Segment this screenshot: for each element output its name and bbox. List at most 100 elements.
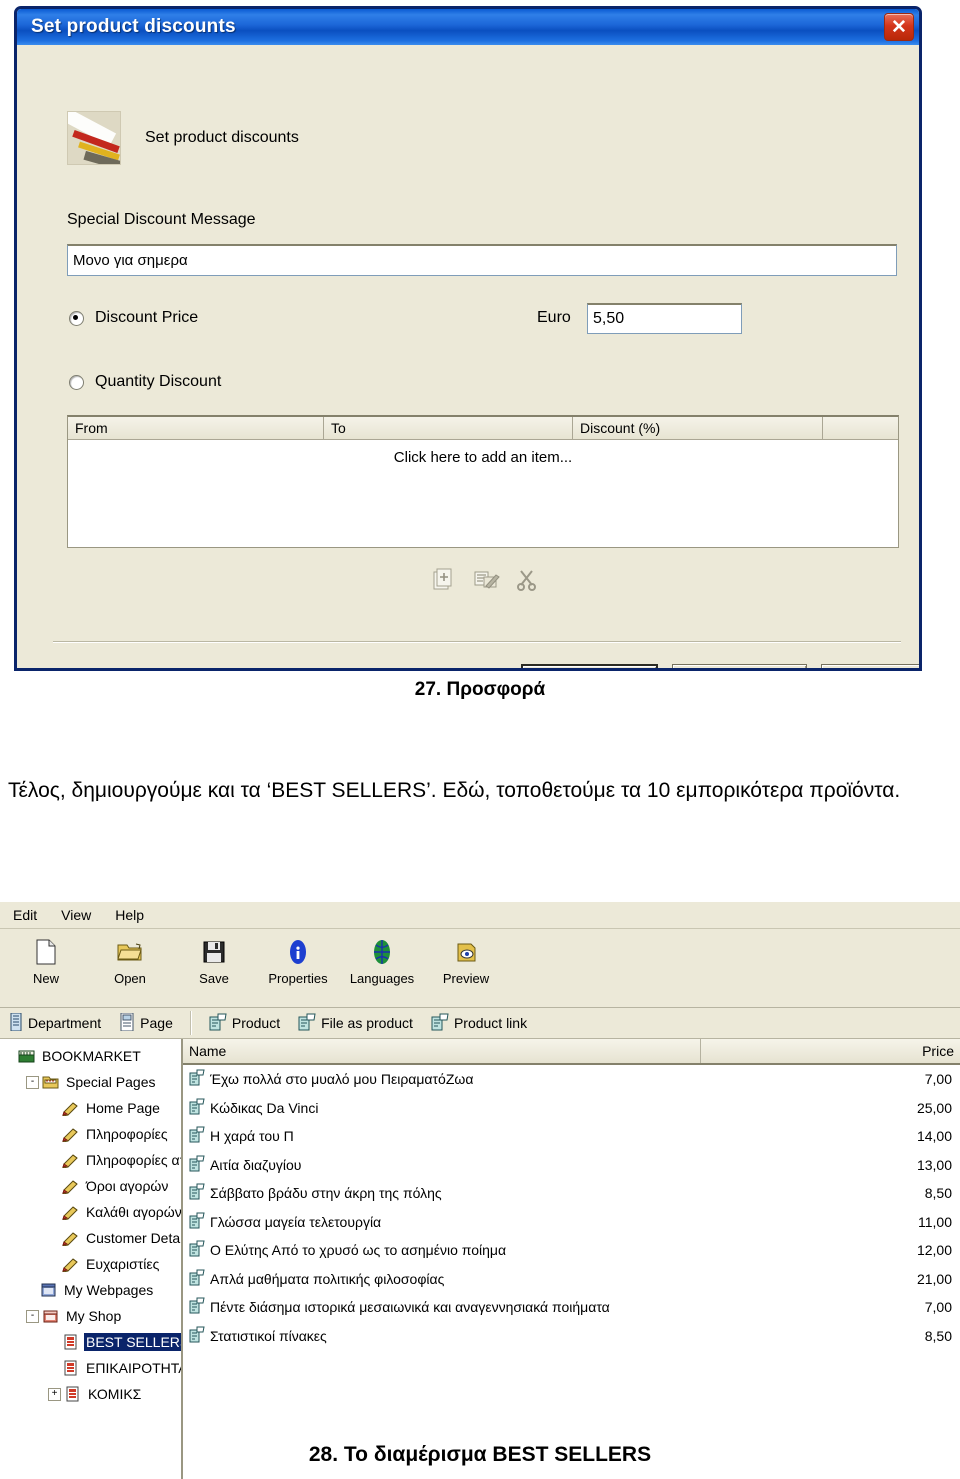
product-name-cell: Απλά μαθήματα πολιτικής φιλοσοφίας xyxy=(183,1269,701,1289)
toolbar-preview-button[interactable]: Preview xyxy=(424,935,508,986)
toolbar-properties-button[interactable]: Properties xyxy=(256,935,340,986)
delete-icon[interactable] xyxy=(516,568,542,592)
product-list-column-name[interactable]: Name xyxy=(183,1039,701,1063)
add-icon[interactable] xyxy=(432,568,458,592)
grid-column-from[interactable]: From xyxy=(68,417,324,439)
tree-item-my-webpages[interactable]: My Webpages xyxy=(4,1277,181,1303)
bookmarket-root-icon xyxy=(18,1048,35,1064)
tree-item-label: Όροι αγορών xyxy=(86,1178,169,1194)
collapse-toggle-icon[interactable]: - xyxy=(26,1309,39,1323)
grid-column-discount[interactable]: Discount (%) xyxy=(573,417,823,439)
product-price-cell: 12,00 xyxy=(916,1242,952,1259)
tree-item-bookmarket[interactable]: BOOKMARKET xyxy=(4,1043,181,1069)
product-name-cell: Έχω πολλά στο μυαλό μου ΠειραματόΖωα xyxy=(183,1069,701,1089)
page-pencil-icon xyxy=(62,1152,79,1169)
product-name-label: Έχω πολλά στο μυαλό μου ΠειραματόΖωα xyxy=(210,1071,474,1088)
toolbar-department-button[interactable]: Department xyxy=(0,1012,110,1034)
help-button[interactable]: Βοήθεια xyxy=(821,664,919,668)
toolbar-open-button[interactable]: Open xyxy=(88,935,172,986)
product-name-cell: Στατιστικοί πίνακες xyxy=(183,1326,701,1346)
product-row[interactable]: Κώδικας Da Vinci 25,00 xyxy=(183,1094,960,1123)
product-icon xyxy=(189,1098,205,1118)
euro-label: Euro xyxy=(537,309,571,326)
product-row[interactable]: Η χαρά του Π 14,00 xyxy=(183,1122,960,1151)
quantity-discount-radio-row[interactable]: Quantity Discount xyxy=(69,373,221,391)
toolbar-preview-label: Preview xyxy=(442,971,490,986)
menu-edit[interactable]: Edit xyxy=(8,905,42,925)
grid-column-blank[interactable] xyxy=(823,417,898,439)
menubar: Edit View Help xyxy=(0,902,960,929)
toolbar-page-label: Page xyxy=(140,1015,173,1031)
product-row[interactable]: Πέντε διάσημα ιστορικά μεσαιωνικά και αν… xyxy=(183,1293,960,1322)
tree-item-label: Customer Details xyxy=(86,1230,183,1246)
discount-price-radio-row[interactable]: Discount Price xyxy=(69,309,198,327)
site-tree[interactable]: BOOKMARKET - Special Pages Home Page Πληροφο… xyxy=(0,1039,183,1479)
tree-item-[interactable]: Καλάθι αγορών xyxy=(4,1199,181,1225)
toolbar-new-button[interactable]: New xyxy=(4,935,88,986)
cancel-button[interactable]: Άκυρο xyxy=(672,664,807,668)
product-row[interactable]: Γλώσσα μαγεία τελετουργία 11,00 xyxy=(183,1208,960,1237)
figure-caption-27: 27. Προσφορά xyxy=(414,679,546,700)
tree-item-[interactable]: Ευχαριστίες xyxy=(4,1251,181,1277)
special-discount-message-label: Special Discount Message xyxy=(67,211,256,228)
grid-add-item-row[interactable]: Click here to add an item... xyxy=(68,449,898,466)
product-price-cell: 21,00 xyxy=(916,1270,952,1287)
floppy-disk-icon xyxy=(202,935,226,969)
discount-price-radio[interactable] xyxy=(69,310,84,326)
tree-item-my-shop[interactable]: - My Shop xyxy=(4,1303,181,1329)
quantity-discount-radio[interactable] xyxy=(69,374,84,390)
tree-item-label: Special Pages xyxy=(66,1074,156,1090)
tree-item-[interactable]: + ΚΟΜΙΚΣ xyxy=(4,1381,181,1407)
toolbar-file-as-product-button[interactable]: File as product xyxy=(289,1013,422,1034)
toolbar-file-as-product-label: File as product xyxy=(321,1015,413,1031)
product-icon xyxy=(189,1126,205,1146)
tree-item-home-page[interactable]: Home Page xyxy=(4,1095,181,1121)
product-name-cell: Η χαρά του Π xyxy=(183,1126,701,1146)
toolbar-new-label: New xyxy=(32,971,59,986)
product-row[interactable]: Έχω πολλά στο μυαλό μου ΠειραματόΖωα 7,00 xyxy=(183,1065,960,1094)
euro-price-input[interactable] xyxy=(587,303,742,334)
tree-item-[interactable]: Πληροφορίες απορρήτου xyxy=(4,1147,181,1173)
tree-item-[interactable]: Όροι αγορών xyxy=(4,1173,181,1199)
body-paragraph: Τέλος, δημιουργούμε και τα ‘BEST SELLERS… xyxy=(8,779,901,802)
tree-item-[interactable]: Πληροφορίες xyxy=(4,1121,181,1147)
department-icon xyxy=(9,1012,23,1034)
toolbar-product-button[interactable]: Product xyxy=(200,1013,289,1034)
close-icon[interactable]: ✕ xyxy=(884,13,914,41)
tree-item-best-sellers[interactable]: BEST SELLERS xyxy=(4,1329,181,1355)
special-discount-message-input[interactable] xyxy=(67,244,897,276)
expand-toggle-icon[interactable]: + xyxy=(48,1387,61,1401)
quantity-discount-grid[interactable]: From To Discount (%) Click here to add a… xyxy=(67,415,899,548)
product-row[interactable]: Απλά μαθήματα πολιτικής φιλοσοφίας 21,00 xyxy=(183,1265,960,1294)
product-name-label: Ο Ελύτης Από το χρυσό ως το ασημένιο ποί… xyxy=(210,1242,507,1259)
product-row[interactable]: Αιτία διαζυγίου 13,00 xyxy=(183,1151,960,1180)
ok-button[interactable]: OK xyxy=(521,664,658,668)
product-list-column-price[interactable]: Price xyxy=(701,1039,960,1063)
menu-view[interactable]: View xyxy=(56,905,96,925)
tree-item-customer-details[interactable]: Customer Details xyxy=(4,1225,181,1251)
product-name-cell: Κώδικας Da Vinci xyxy=(183,1098,701,1118)
edit-icon[interactable] xyxy=(474,568,500,592)
tree-item-[interactable]: ΕΠΙΚΑΙΡΟΤΗΤΑ xyxy=(4,1355,181,1381)
product-row[interactable]: Στατιστικοί πίνακες 8,50 xyxy=(183,1322,960,1351)
product-list[interactable]: Name Price Έχω πολλά στο μυαλό μου Πειρα… xyxy=(183,1039,960,1479)
toolbar-product-link-button[interactable]: Product link xyxy=(422,1013,536,1034)
product-row[interactable]: Ο Ελύτης Από το χρυσό ως το ασημένιο ποί… xyxy=(183,1236,960,1265)
dialog-titlebar[interactable]: Set product discounts ✕ xyxy=(17,9,919,45)
product-price-cell: 25,00 xyxy=(916,1099,952,1116)
product-row[interactable]: Σάββατο βράδυ στην άκρη της πόλης 8,50 xyxy=(183,1179,960,1208)
tree-item-label: BOOKMARKET xyxy=(42,1048,141,1064)
toolbar-page-button[interactable]: Page xyxy=(110,1012,182,1034)
menu-help[interactable]: Help xyxy=(110,905,149,925)
figure-caption-28: 28. Το διαμέρισμα BEST SELLERS xyxy=(308,1443,652,1466)
toolbar-save-button[interactable]: Save xyxy=(172,935,256,986)
tree-item-special-pages[interactable]: - Special Pages xyxy=(4,1069,181,1095)
product-name-label: Στατιστικοί πίνακες xyxy=(210,1327,327,1344)
toolbar-languages-button[interactable]: Languages xyxy=(340,935,424,986)
product-price-cell: 7,00 xyxy=(924,1071,952,1088)
shop-icon xyxy=(42,1308,59,1324)
grid-column-to[interactable]: To xyxy=(324,417,573,439)
open-folder-icon xyxy=(117,935,143,969)
collapse-toggle-icon[interactable]: - xyxy=(26,1075,39,1089)
secondary-toolbar: Department Page Product File as product xyxy=(0,1008,960,1039)
